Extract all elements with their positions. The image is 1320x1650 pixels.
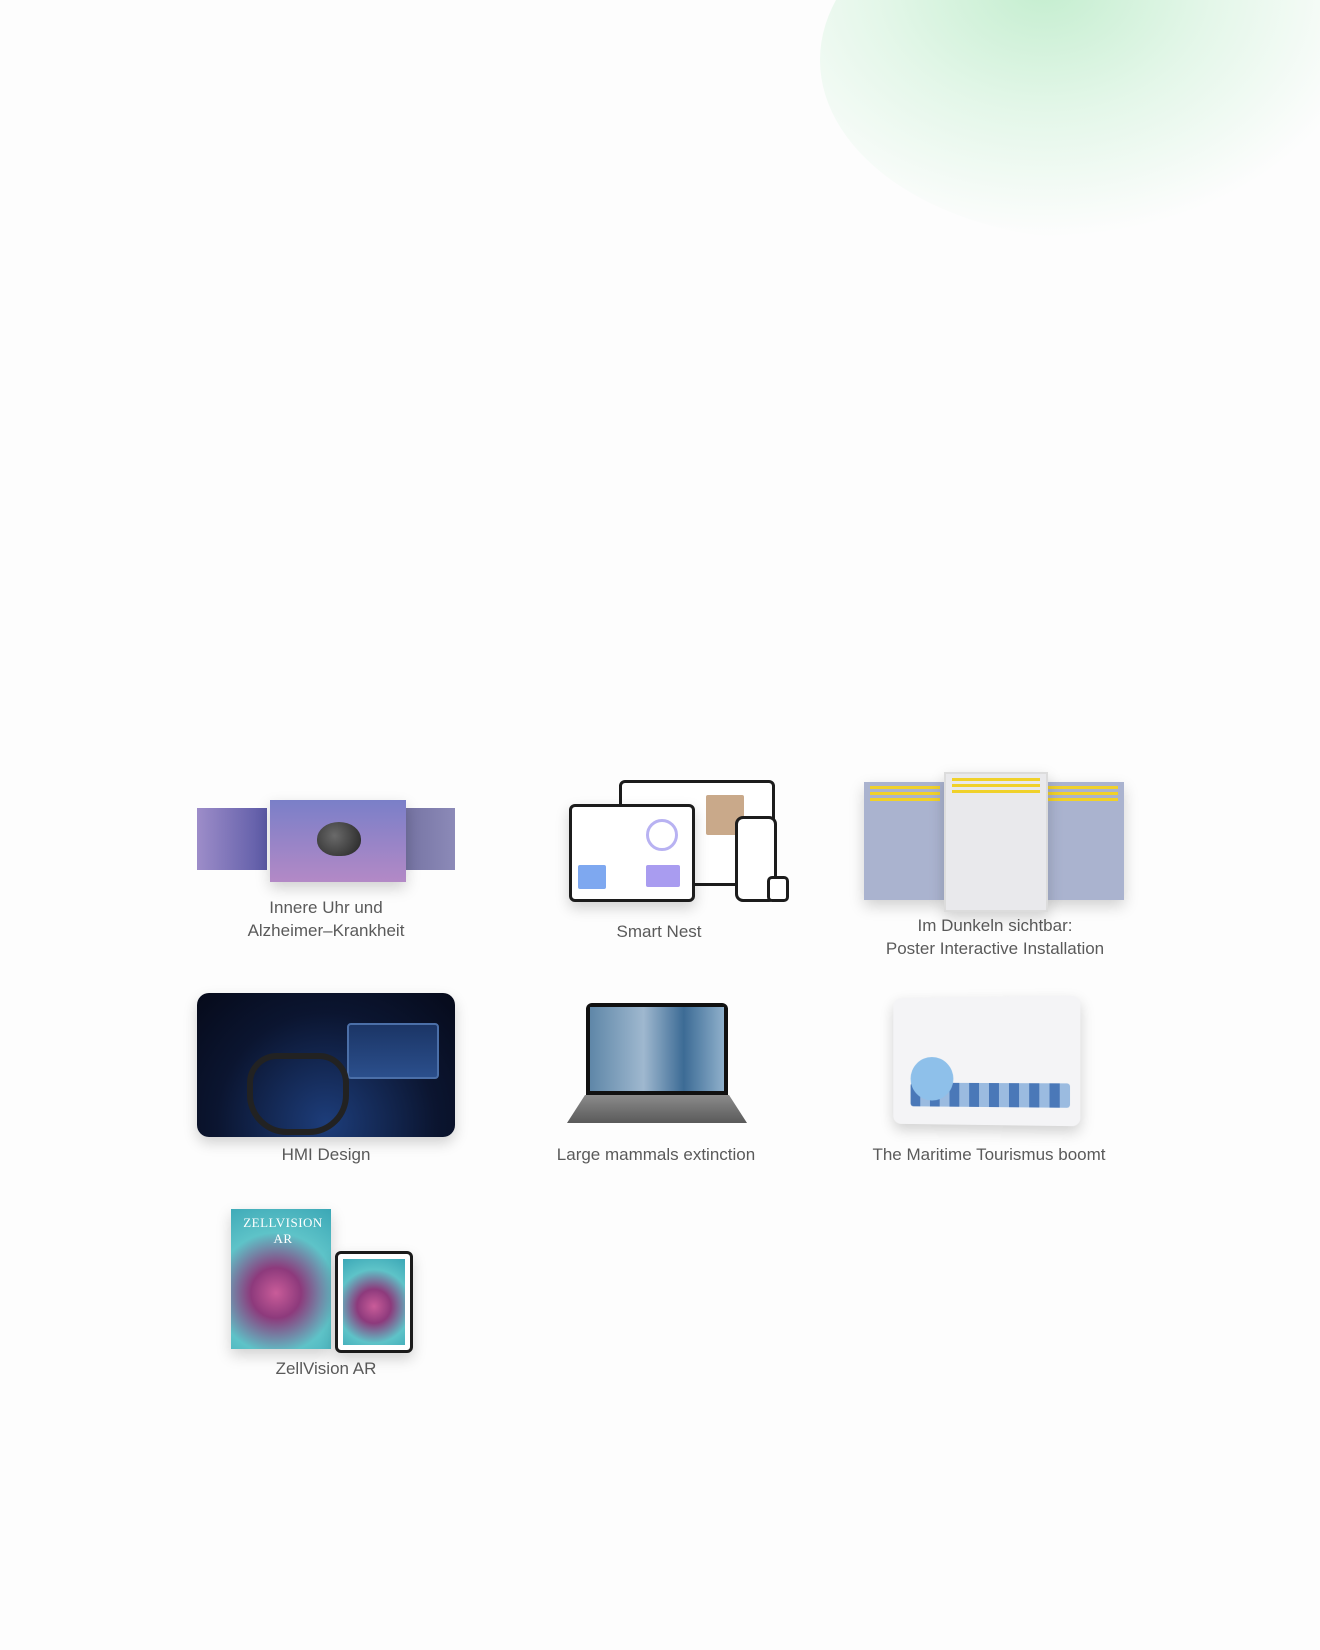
caption-line: HMI Design — [281, 1145, 371, 1164]
project-card-smart-nest[interactable]: Smart Nest — [494, 780, 824, 943]
watch — [767, 876, 789, 902]
caption-line: Smart Nest — [616, 922, 702, 941]
project-thumbnail-smart-nest — [529, 780, 789, 908]
caption-line: The Maritime Tourismus boomt — [872, 1145, 1106, 1164]
project-thumbnail-innere-uhr — [197, 768, 455, 918]
caption-line: Im Dunkeln sichtbar: — [917, 916, 1073, 935]
project-thumbnail-im-dunkeln — [864, 772, 1126, 912]
caption-line: Large mammals extinction — [556, 1145, 756, 1164]
caption-line: Poster Interactive Installation — [885, 939, 1105, 958]
project-thumbnail-hmi-design — [197, 993, 455, 1137]
project-caption: ZellVision AR — [161, 1357, 491, 1380]
caption-line: ZellVision AR — [275, 1359, 377, 1378]
project-card-innere-uhr[interactable]: Innere Uhr und Alzheimer–Krankheit — [161, 768, 491, 942]
caption-line: Alzheimer–Krankheit — [247, 921, 405, 940]
car-dashboard-image — [197, 993, 455, 1137]
project-caption: HMI Design — [161, 1143, 491, 1166]
project-caption: The Maritime Tourismus boomt — [829, 1143, 1149, 1166]
project-card-zellvision[interactable]: ZELLVISION AR ZellVision AR — [161, 1209, 491, 1380]
zellvision-cover: ZELLVISION AR — [231, 1209, 331, 1349]
poster-right — [1042, 782, 1124, 900]
poster-left — [864, 782, 946, 900]
zellvision-tablet — [335, 1251, 413, 1353]
laptop-keyboard — [567, 1095, 747, 1123]
tablet-infographic — [893, 995, 1081, 1127]
screen-left — [197, 808, 267, 870]
project-card-large-mammals[interactable]: Large mammals extinction — [551, 993, 761, 1166]
zellvision-cover-title: ZELLVISION AR — [243, 1215, 323, 1246]
project-grid: Innere Uhr und Alzheimer–Krankheit Smart… — [0, 0, 1320, 1650]
project-caption: Large mammals extinction — [491, 1143, 821, 1166]
project-card-maritime-tourismus[interactable]: The Maritime Tourismus boomt — [869, 993, 1109, 1166]
project-thumbnail-maritime-tourismus — [869, 993, 1109, 1137]
project-card-im-dunkeln[interactable]: Im Dunkeln sichtbar: Poster Interactive … — [830, 772, 1160, 960]
tablet — [569, 804, 695, 902]
project-caption: Im Dunkeln sichtbar: Poster Interactive … — [830, 914, 1160, 960]
project-caption: Smart Nest — [494, 920, 824, 943]
project-thumbnail-large-mammals — [551, 993, 761, 1137]
screen-main — [270, 800, 406, 882]
project-card-hmi-design[interactable]: HMI Design — [161, 993, 491, 1166]
poster-center — [944, 772, 1048, 912]
project-thumbnail-zellvision: ZELLVISION AR — [197, 1209, 455, 1353]
brain-image — [317, 822, 361, 856]
laptop-screen — [586, 1003, 728, 1095]
